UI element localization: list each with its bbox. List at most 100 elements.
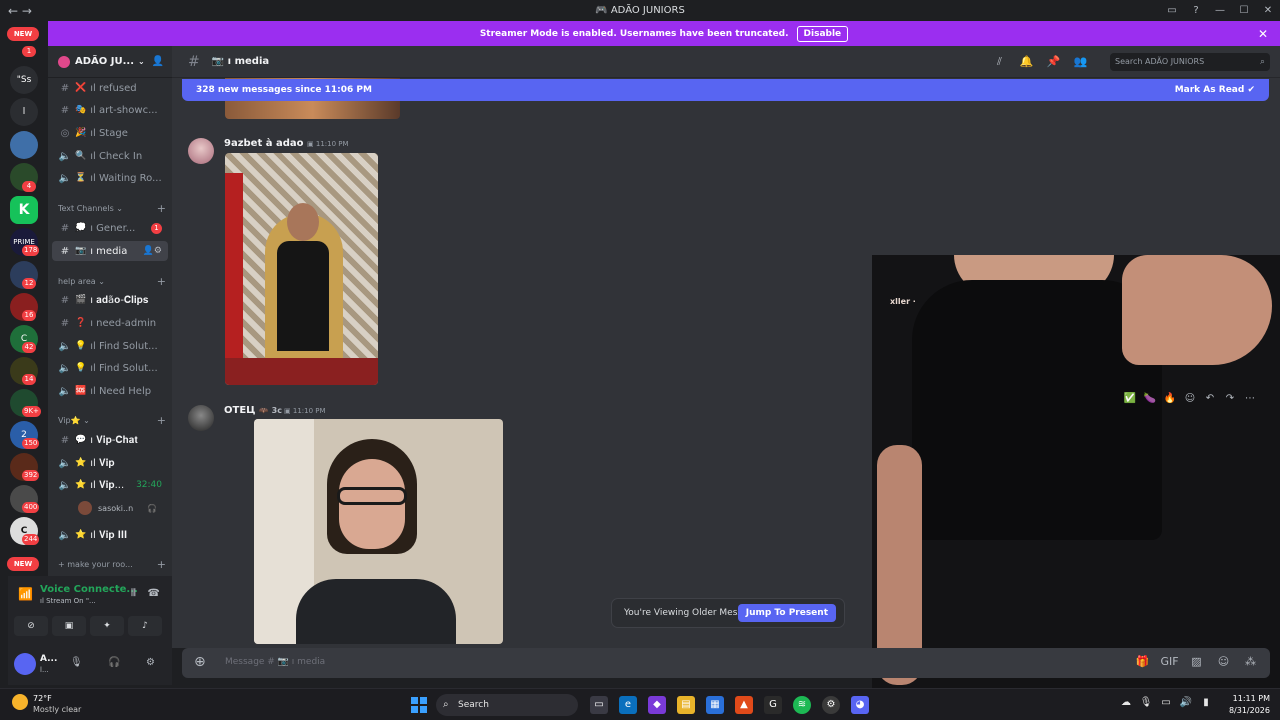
- screen-share-button[interactable]: ▣: [52, 616, 86, 636]
- weather-condition[interactable]: Mostly clear: [33, 705, 81, 714]
- channel-vip-2[interactable]: 🔈 ⭐ ıl 𝐕𝐢𝐩... 32:40: [52, 475, 168, 495]
- jump-to-present-button[interactable]: Jump To Present: [737, 604, 836, 622]
- channel-adao-clips[interactable]: # 🎬 ı 𝐚𝐝ã𝐨-𝐂𝐥𝐢𝐩𝐬: [52, 290, 168, 310]
- channel-vip[interactable]: 🔈 ⭐ ıl 𝐕𝐢𝐩: [52, 453, 168, 473]
- activities-button[interactable]: ✦: [90, 616, 124, 636]
- spotify-icon[interactable]: ≋: [793, 696, 811, 714]
- brave-icon[interactable]: ▲: [735, 696, 753, 714]
- new-messages-bar[interactable]: 328 new messages since 11:06 PM Mark As …: [182, 79, 1269, 101]
- category-text-channels[interactable]: Text Channels ⌄ +: [58, 202, 168, 215]
- minimize-button[interactable]: —: [1208, 0, 1232, 21]
- username[interactable]: A...: [40, 654, 57, 664]
- react-fire-emoji[interactable]: 🔥: [1160, 393, 1180, 411]
- file-explorer-icon[interactable]: ▤: [677, 696, 695, 714]
- add-channel-icon[interactable]: +: [157, 414, 166, 427]
- channel-settings-icons[interactable]: 👤⚙: [143, 246, 162, 256]
- close-banner-icon[interactable]: ✕: [1258, 27, 1268, 41]
- emoji-icon[interactable]: ☺: [1210, 655, 1237, 668]
- member-list-icon[interactable]: 👥: [1067, 55, 1094, 69]
- threads-icon[interactable]: ⫽: [986, 55, 1013, 69]
- task-view-icon[interactable]: ▭: [590, 696, 608, 714]
- soundboard-button[interactable]: ♪: [128, 616, 162, 636]
- invite-people-icon[interactable]: 👤: [152, 56, 164, 67]
- message-input[interactable]: Message # 📷 ı media: [225, 657, 325, 667]
- avatar[interactable]: [188, 138, 214, 164]
- start-button[interactable]: [411, 697, 427, 713]
- channel-media-selected[interactable]: # 📷 ı media 👤⚙: [52, 241, 168, 261]
- app-g-icon[interactable]: G: [764, 696, 782, 714]
- avatar[interactable]: [14, 653, 36, 675]
- close-window-button[interactable]: ✕: [1256, 0, 1280, 21]
- microsoft-store-icon[interactable]: ▦: [706, 696, 724, 714]
- taskbar-clock[interactable]: 11:11 PM 8/31/2026: [1229, 693, 1270, 717]
- taskbar-search[interactable]: ⌕ Search: [436, 694, 578, 716]
- inbox-icon[interactable]: ▭: [1160, 0, 1184, 21]
- message-image-selfie[interactable]: [254, 419, 503, 644]
- channel-vip-3[interactable]: 🔈 ⭐ ıl 𝐕𝐢𝐩 𝐈𝐈𝐈: [52, 525, 168, 545]
- channel-vip-chat[interactable]: # 💬 ı 𝐕𝐢𝐩-𝐂𝐡𝐚𝐭: [52, 430, 168, 450]
- channel-need-admin[interactable]: # ❓ ı need-admin: [52, 313, 168, 333]
- weather-temp[interactable]: 72°F: [33, 694, 52, 703]
- disable-streamer-button[interactable]: Disable: [796, 25, 849, 42]
- channel-check-in[interactable]: 🔈 🔍 ıl Check In: [52, 146, 168, 166]
- add-channel-icon[interactable]: +: [157, 275, 166, 288]
- search-input[interactable]: Search ADÃO JUNIORS ⌕: [1110, 53, 1270, 71]
- store-app-icon[interactable]: ◆: [648, 696, 666, 714]
- edge-icon[interactable]: e: [619, 696, 637, 714]
- channel-need-help[interactable]: 🔈 🆘 ıl Need Help: [52, 381, 168, 401]
- more-options-icon[interactable]: ⋯: [1240, 393, 1260, 411]
- voice-channel-name[interactable]: ıl Stream On "...: [40, 597, 96, 605]
- microphone-icon[interactable]: 🎙: [70, 657, 83, 668]
- mark-as-read-button[interactable]: Mark As Read ✔: [1175, 79, 1255, 101]
- voice-user[interactable]: sasoki..n 🎧: [78, 501, 157, 515]
- noise-suppression-icon[interactable]: 𝄃𝄃: [132, 588, 136, 599]
- category-make-room[interactable]: + make your roo... +: [58, 558, 168, 571]
- settings-gear-icon[interactable]: ⚙: [146, 657, 155, 668]
- reply-icon[interactable]: ↶: [1200, 393, 1220, 411]
- add-channel-icon[interactable]: +: [157, 202, 166, 215]
- volume-icon[interactable]: 🔊: [1176, 697, 1196, 708]
- react-check-emoji[interactable]: ✅: [1120, 393, 1140, 411]
- apps-icon[interactable]: ⁂: [1237, 655, 1264, 668]
- message-image-portrait[interactable]: [225, 153, 378, 385]
- help-icon[interactable]: ?: [1184, 0, 1208, 21]
- pin-icon[interactable]: 📌: [1040, 55, 1067, 69]
- message-composer[interactable]: ⊕ Message # 📷 ı media 🎁 GIF ▨ ☺ ⁂: [182, 648, 1270, 678]
- channel-waiting-room[interactable]: 🔈 ⏳ ıl Waiting Ro...: [52, 168, 168, 188]
- sticker-icon[interactable]: ▨: [1183, 655, 1210, 668]
- server-icon-l[interactable]: l: [10, 98, 38, 126]
- channel-find-solution-1[interactable]: 🔈 💡 ıl Find Solut...: [52, 336, 168, 356]
- gift-icon[interactable]: 🎁: [1129, 655, 1156, 668]
- channel-general[interactable]: # 💭 ı Gener... 1: [52, 218, 168, 238]
- notification-bell-icon[interactable]: 🔔: [1013, 55, 1040, 69]
- forward-icon[interactable]: ↷: [1220, 393, 1240, 411]
- battery-icon[interactable]: ▮: [1196, 697, 1216, 708]
- react-eggplant-emoji[interactable]: 🍆: [1140, 393, 1160, 411]
- mic-tray-icon[interactable]: 🎙: [1136, 697, 1156, 708]
- channel-find-solution-2[interactable]: 🔈 💡 ıl Find Solut...: [52, 358, 168, 378]
- gif-icon[interactable]: GIF: [1156, 655, 1183, 668]
- add-channel-icon[interactable]: +: [157, 558, 166, 571]
- channel-refused[interactable]: # ❌ ıl refused: [52, 78, 168, 98]
- camera-off-button[interactable]: ⊘: [14, 616, 48, 636]
- message-author[interactable]: ОТЕЦ 🦇 3c: [224, 405, 282, 416]
- voice-status[interactable]: Voice Connecte...: [40, 584, 138, 595]
- headphones-icon[interactable]: 🎧: [108, 657, 120, 668]
- category-vip[interactable]: Vip⭐ ⌄ +: [58, 414, 168, 427]
- channel-art-showcase[interactable]: # 🎭 ıl art-showc...: [52, 100, 168, 120]
- server-icon-k[interactable]: K: [10, 196, 38, 224]
- discord-icon[interactable]: ◕: [851, 696, 869, 714]
- weather-icon[interactable]: [12, 694, 28, 710]
- add-reaction-icon[interactable]: ☺: [1180, 393, 1200, 411]
- server-icon-avatar[interactable]: [10, 131, 38, 159]
- channel-stage[interactable]: ◎ 🎉 ıl Stage: [52, 123, 168, 143]
- onedrive-icon[interactable]: ☁: [1116, 697, 1136, 708]
- steam-icon[interactable]: ⚙: [822, 696, 840, 714]
- signal-icon[interactable]: 📶: [18, 587, 33, 601]
- category-help-area[interactable]: help area ⌄ +: [58, 275, 168, 288]
- attach-plus-icon[interactable]: ⊕: [194, 654, 206, 670]
- maximize-button[interactable]: ☐: [1232, 0, 1256, 21]
- disconnect-icon[interactable]: ☎: [148, 588, 160, 599]
- server-header[interactable]: ADÃO JU... ⌄ 👤: [48, 46, 172, 78]
- dm-server-icon[interactable]: "Ss: [10, 66, 38, 94]
